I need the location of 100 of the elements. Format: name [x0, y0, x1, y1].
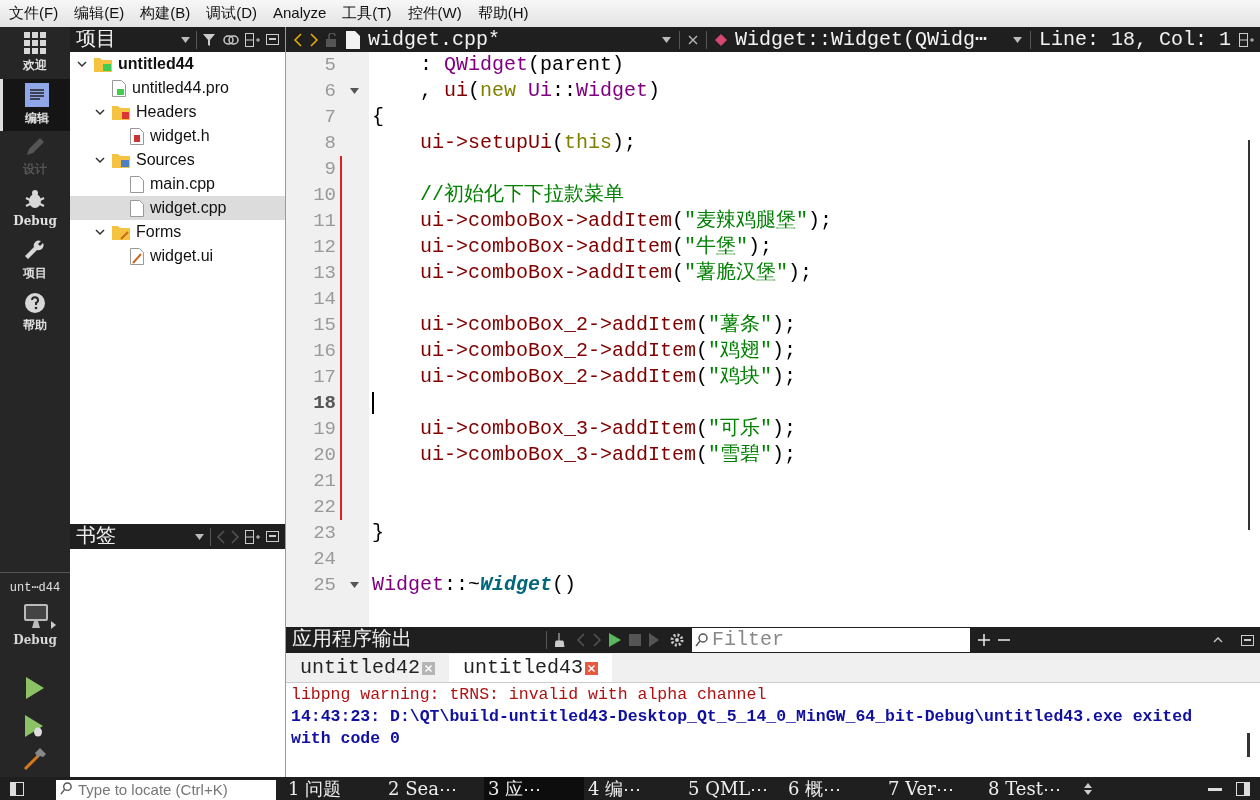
tree-item[interactable]: widget.h — [70, 124, 285, 148]
menu-item[interactable]: 编辑(E) — [69, 2, 130, 25]
pane-button[interactable]: 6 概⋯ — [784, 777, 884, 800]
dropdown-icon[interactable] — [195, 533, 204, 540]
line-number: 12 — [313, 234, 336, 260]
split-icon[interactable] — [245, 529, 260, 544]
pane-button[interactable]: 3 应⋯ — [484, 777, 584, 800]
pencil-icon — [24, 136, 46, 158]
close-pane-icon[interactable] — [266, 531, 279, 542]
kit-selector[interactable] — [22, 603, 56, 629]
line-number: 11 — [313, 208, 336, 234]
menu-item[interactable]: 工具(T) — [337, 2, 397, 25]
menu-item[interactable]: 构建(B) — [135, 2, 196, 25]
line-number: 23 — [313, 520, 336, 546]
tree-item-label: main.cpp — [150, 174, 215, 194]
header-folder-icon — [112, 104, 130, 120]
mode-button[interactable]: 编辑 — [0, 79, 70, 131]
tree-item[interactable]: widget.cpp — [70, 196, 285, 220]
forward-icon[interactable] — [310, 32, 318, 47]
mode-button[interactable]: Debug — [0, 183, 70, 235]
code-line: ui->comboBox_2->addItem("鸡块"); — [419, 367, 797, 387]
mode-button[interactable]: 欢迎 — [0, 27, 70, 79]
fold-arrow-icon[interactable] — [350, 582, 359, 588]
menu-item[interactable]: 调试(D) — [201, 2, 262, 25]
code-line: ui->comboBox->addItem("麦辣鸡腿堡"); — [419, 211, 833, 231]
pane-button[interactable]: 1 问题 — [284, 777, 384, 800]
output-tab-label: untitled43 — [463, 655, 584, 681]
tree-item[interactable]: Sources — [70, 148, 285, 172]
code-line: ui->comboBox_2->addItem("鸡翅"); — [419, 341, 797, 361]
qt-folder-icon — [94, 56, 112, 72]
run-icon[interactable] — [609, 633, 621, 647]
close-pane-icon[interactable] — [266, 34, 279, 45]
tree-item-label: untitled44.pro — [132, 78, 229, 98]
scrollbar — [1247, 733, 1250, 757]
close-icon[interactable] — [687, 34, 698, 45]
code-line: ui->comboBox->addItem("薯脆汉堡"); — [419, 263, 813, 283]
tree-item-label: widget.cpp — [150, 198, 227, 218]
settings-icon[interactable] — [670, 633, 684, 647]
split-icon[interactable] — [245, 32, 260, 47]
mode-button[interactable]: 帮助 — [0, 287, 70, 339]
line-number: 5 — [324, 52, 336, 78]
header-file-icon — [130, 127, 144, 145]
tree-item-label: Forms — [136, 222, 182, 242]
menu-item[interactable]: Analyze — [268, 2, 332, 25]
zoom-in-icon[interactable] — [978, 634, 990, 646]
mode-label: 欢迎 — [23, 57, 47, 74]
pane-button[interactable]: 8 Test⋯ — [984, 777, 1084, 800]
hammer-icon[interactable] — [23, 747, 47, 771]
wrench-icon — [24, 240, 46, 262]
tree-item[interactable]: untitled44 — [70, 52, 285, 76]
maximize-icon[interactable] — [1213, 637, 1223, 643]
close-pane-icon[interactable] — [1241, 634, 1254, 646]
mode-label: Debug — [13, 213, 57, 230]
filter-field[interactable]: Filter — [692, 628, 970, 652]
pane-button[interactable]: 7 Ver⋯ — [884, 777, 984, 800]
pane-button[interactable]: 5 QML⋯ — [684, 777, 784, 800]
menu-item[interactable]: 控件(W) — [402, 2, 467, 25]
pane-button[interactable]: 4 编⋯ — [584, 777, 684, 800]
locator-field[interactable]: Type to locate (Ctrl+K) — [56, 779, 276, 800]
line-number: 15 — [313, 312, 336, 338]
tree-item-label: untitled44 — [118, 54, 194, 74]
mode-label: 帮助 — [23, 317, 47, 334]
tree-item[interactable]: Headers — [70, 100, 285, 124]
debug-run-icon[interactable] — [25, 715, 45, 737]
code-line: ui->comboBox_2->addItem("薯条"); — [419, 315, 797, 335]
filter-icon[interactable] — [203, 32, 217, 47]
kit-build-label: Debug — [13, 632, 57, 649]
dropdown-icon[interactable] — [1012, 36, 1022, 43]
split-icon[interactable] — [1239, 32, 1254, 47]
menu-item[interactable]: 帮助(H) — [472, 2, 534, 25]
tree-item[interactable]: main.cpp — [70, 172, 285, 196]
tree-item[interactable]: widget.ui — [70, 244, 285, 268]
output-tab[interactable]: untitled43 — [449, 654, 613, 682]
dropdown-icon[interactable] — [181, 36, 190, 43]
symbol-selector[interactable]: Widget::Widget(QWidg⋯ — [734, 24, 1005, 55]
output-title: 应用程序输出 — [292, 627, 413, 653]
fold-arrow-icon[interactable] — [350, 88, 359, 94]
mode-button[interactable]: 项目 — [0, 235, 70, 287]
sidebar-toggle-icon[interactable] — [1236, 781, 1250, 796]
output-tab-label: untitled42 — [300, 655, 421, 681]
spin-icon[interactable] — [1084, 782, 1092, 795]
sidebar-toggle-icon[interactable] — [10, 781, 24, 796]
tree-item-label: widget.h — [150, 126, 210, 146]
run-icon[interactable] — [26, 677, 44, 699]
back-icon[interactable] — [294, 32, 302, 47]
tree-item[interactable]: untitled44.pro — [70, 76, 285, 100]
code-line: ui->comboBox_3->addItem("可乐"); — [419, 419, 797, 439]
link-icon[interactable] — [223, 34, 239, 45]
arrow-icon — [50, 621, 56, 629]
line-number: 22 — [313, 494, 336, 520]
dropdown-icon[interactable] — [661, 36, 671, 43]
menu-item[interactable]: 文件(F) — [4, 2, 64, 25]
pane-button[interactable]: 2 Sea⋯ — [384, 777, 484, 800]
code-line: Widget::~Widget() — [372, 575, 577, 595]
tree-item[interactable]: Forms — [70, 220, 285, 244]
tree-item-label: Sources — [136, 150, 195, 170]
qt-file-icon — [112, 79, 126, 97]
line-number: 21 — [313, 468, 336, 494]
code-line: { — [372, 107, 384, 127]
tree-item-label: Headers — [136, 102, 197, 122]
